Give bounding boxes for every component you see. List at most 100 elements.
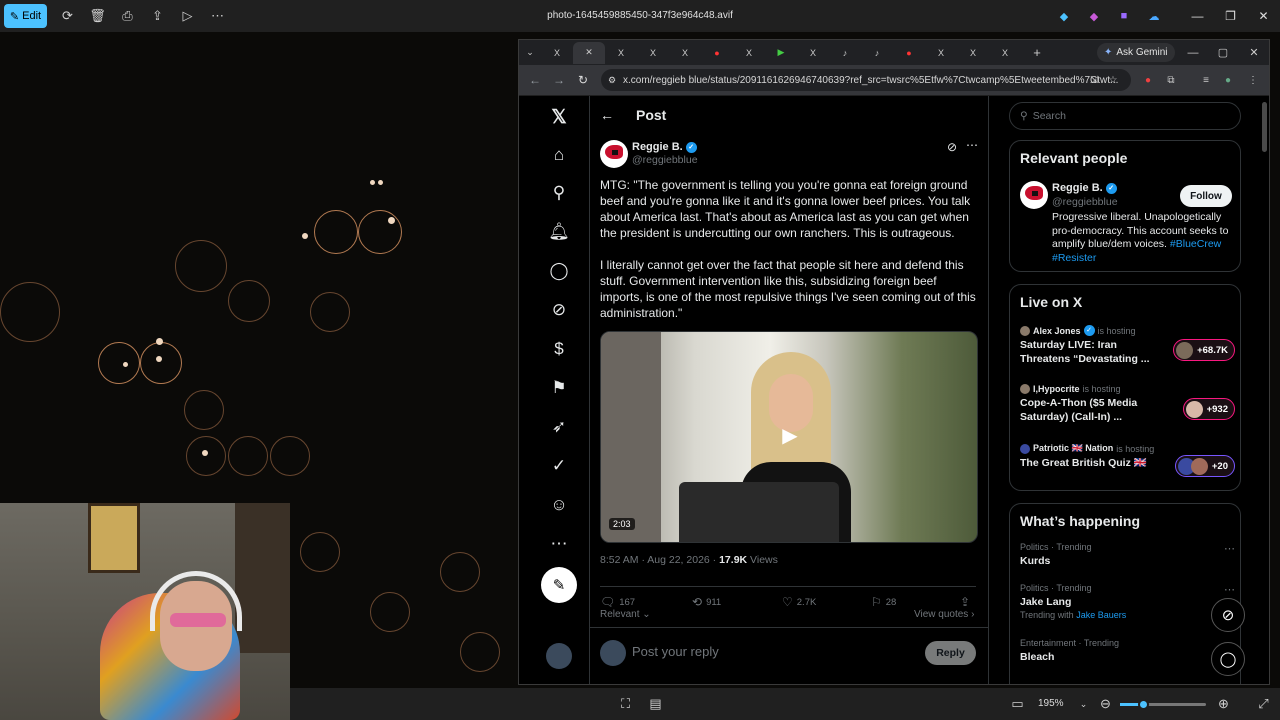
media-icon[interactable]: ≡	[1197, 71, 1215, 89]
trend-with-link[interactable]: Jake Bauers	[1076, 610, 1126, 620]
print-icon[interactable]: ⎙	[113, 4, 142, 28]
play-icon[interactable]: ▶	[778, 424, 802, 448]
browser-tab[interactable]: X	[989, 42, 1021, 64]
author-name[interactable]: Reggie B. ✓	[632, 141, 697, 153]
adblock-icon[interactable]: ●	[1139, 71, 1157, 89]
bookmark-star-icon[interactable]: ☆	[1104, 71, 1122, 89]
fit-icon[interactable]: ▭	[1003, 692, 1032, 716]
author-handle[interactable]: @reggiebblue	[632, 154, 698, 166]
post-timestamp[interactable]: 8:52 AM · Aug 22, 2026 ·	[600, 554, 719, 566]
tray-app-icon[interactable]: ◆	[1079, 6, 1109, 26]
home-icon[interactable]: ⌂	[545, 142, 573, 168]
messages-icon[interactable]: ◯	[545, 258, 573, 284]
author-avatar[interactable]	[600, 140, 628, 168]
profile-icon[interactable]: ●	[1219, 71, 1237, 89]
fullscreen-icon[interactable]: ⤢	[1249, 692, 1278, 716]
more-icon[interactable]: ⋯	[545, 531, 573, 557]
person-name[interactable]: Reggie B. ✓	[1052, 182, 1117, 194]
view-quotes-link[interactable]: View quotes ›	[914, 609, 974, 620]
bookmarks-icon[interactable]: ⚑	[545, 375, 573, 401]
new-tab-icon[interactable]: +	[1021, 42, 1053, 64]
ask-gemini-button[interactable]: ✦ Ask Gemini	[1097, 43, 1175, 62]
profile-icon[interactable]: ☺	[545, 492, 573, 518]
business-icon[interactable]: ➶	[545, 414, 573, 440]
grok-fab-icon[interactable]: ⊘	[1211, 598, 1245, 632]
close-icon[interactable]: ✕	[1247, 0, 1280, 32]
cloud-icon[interactable]: ☁	[1139, 6, 1169, 26]
browser-tab[interactable]: ●	[893, 42, 925, 64]
browser-tab[interactable]: X	[733, 42, 765, 64]
zoom-out-icon[interactable]: ⊖	[1091, 692, 1120, 716]
video-player[interactable]: ▶ 2:03	[600, 331, 978, 543]
trend-item[interactable]: Politics · Trending Jake Lang Trending w…	[1020, 583, 1235, 620]
trend-item[interactable]: Entertainment · Trending Bleach	[1020, 638, 1235, 663]
tray-app-icon[interactable]: ■	[1109, 6, 1139, 26]
verified-icon[interactable]: ✓	[545, 453, 573, 479]
person-avatar[interactable]	[1020, 181, 1048, 209]
grok-explain-icon[interactable]: ⊘	[947, 140, 957, 154]
zoom-value[interactable]: 195%	[1038, 698, 1064, 709]
browser-tab[interactable]: X	[797, 42, 829, 64]
share-icon[interactable]: ⇪	[143, 4, 172, 28]
browser-tab[interactable]: ♪	[829, 42, 861, 64]
menu-icon[interactable]: ⋮	[1244, 71, 1262, 89]
compose-post-button[interactable]: ✎	[541, 567, 577, 603]
live-listeners-badge[interactable]: +68.7K	[1173, 339, 1235, 361]
page-scrollbar[interactable]	[1262, 102, 1267, 152]
grok-icon[interactable]: ⊘	[545, 297, 573, 323]
search-input[interactable]: ⚲ Search	[1009, 102, 1241, 130]
back-arrow-icon[interactable]: ←	[590, 107, 624, 123]
live-listeners-badge[interactable]: +932	[1182, 398, 1235, 420]
browser-tab[interactable]: ▶	[765, 42, 797, 64]
browser-tab[interactable]: X	[637, 42, 669, 64]
more-icon[interactable]: ⋯	[203, 4, 232, 28]
person-handle[interactable]: @reggiebblue	[1052, 196, 1118, 208]
trend-more-icon[interactable]: ⋯	[1224, 583, 1235, 596]
zoom-slider[interactable]	[1120, 699, 1206, 710]
slideshow-icon[interactable]: ▷	[173, 4, 202, 28]
like-action[interactable]: ♡ 2.7K	[782, 595, 816, 609]
live-item[interactable]: Alex Jones ✓ is hosting Saturday LIVE: Ira…	[1020, 325, 1235, 366]
tray-app-icon[interactable]: ◆	[1049, 6, 1079, 26]
extensions-icon[interactable]: ⧉	[1162, 71, 1180, 89]
share-action[interactable]: ⇪	[960, 595, 970, 609]
browser-tab[interactable]: X	[541, 42, 573, 64]
sort-relevant[interactable]: Relevant ⌄	[600, 609, 651, 620]
trend-item[interactable]: Politics · Trending Kurds ⋯	[1020, 542, 1235, 567]
edit-button[interactable]: ✎ Edit	[4, 4, 47, 28]
browser-close-icon[interactable]: ✕	[1239, 40, 1269, 65]
delete-icon[interactable]: 🗑	[83, 4, 112, 28]
hashtag-link[interactable]: #Resister	[1052, 252, 1096, 264]
reply-button[interactable]: Reply	[925, 641, 976, 665]
filmstrip-icon[interactable]: ▤	[641, 692, 670, 716]
browser-tab[interactable]: X	[669, 42, 701, 64]
post-more-icon[interactable]: ⋯	[966, 138, 978, 152]
zoom-in-icon[interactable]: ⊕	[1209, 692, 1238, 716]
browser-tab[interactable]: X	[957, 42, 989, 64]
messages-fab-icon[interactable]: ◯	[1211, 642, 1245, 676]
browser-tab[interactable]: X	[925, 42, 957, 64]
reply-action[interactable]: 🗨︎ 167	[600, 595, 635, 609]
crop-icon[interactable]: ⛶	[611, 692, 640, 716]
browser-tab[interactable]: X	[605, 42, 637, 64]
repost-action[interactable]: ⟲ 911	[692, 595, 721, 609]
maximize-icon[interactable]: ❐	[1214, 0, 1247, 32]
browser-tab[interactable]: ♪	[861, 42, 893, 64]
reload-icon[interactable]: ↻	[571, 73, 595, 87]
browser-tab[interactable]: ●	[701, 42, 733, 64]
browser-tab-active[interactable]: ✕	[573, 41, 605, 64]
money-icon[interactable]: $	[545, 336, 573, 362]
live-item[interactable]: I,Hypocrite is hosting Cope-A-Thon ($5 Me…	[1020, 384, 1235, 424]
live-item[interactable]: Patriotic 🇬🇧 Nation is hosting The Great …	[1020, 443, 1235, 477]
live-listeners-badge[interactable]: +20	[1174, 455, 1235, 477]
bookmark-action[interactable]: ⚐ 28	[871, 595, 896, 609]
minimize-icon[interactable]: —	[1181, 0, 1214, 32]
forward-icon[interactable]: →	[547, 73, 571, 87]
x-logo-icon[interactable]: 𝕏	[545, 104, 573, 130]
account-avatar[interactable]	[546, 643, 572, 669]
hashtag-link[interactable]: #BlueCrew	[1170, 238, 1221, 250]
address-bar[interactable]: ⚙ x.com/reggieb blue/status/209116162694…	[601, 69, 1131, 91]
follow-button[interactable]: Follow	[1180, 185, 1232, 207]
zoom-slider-thumb[interactable]	[1138, 699, 1149, 710]
back-icon[interactable]: ←	[523, 73, 547, 87]
